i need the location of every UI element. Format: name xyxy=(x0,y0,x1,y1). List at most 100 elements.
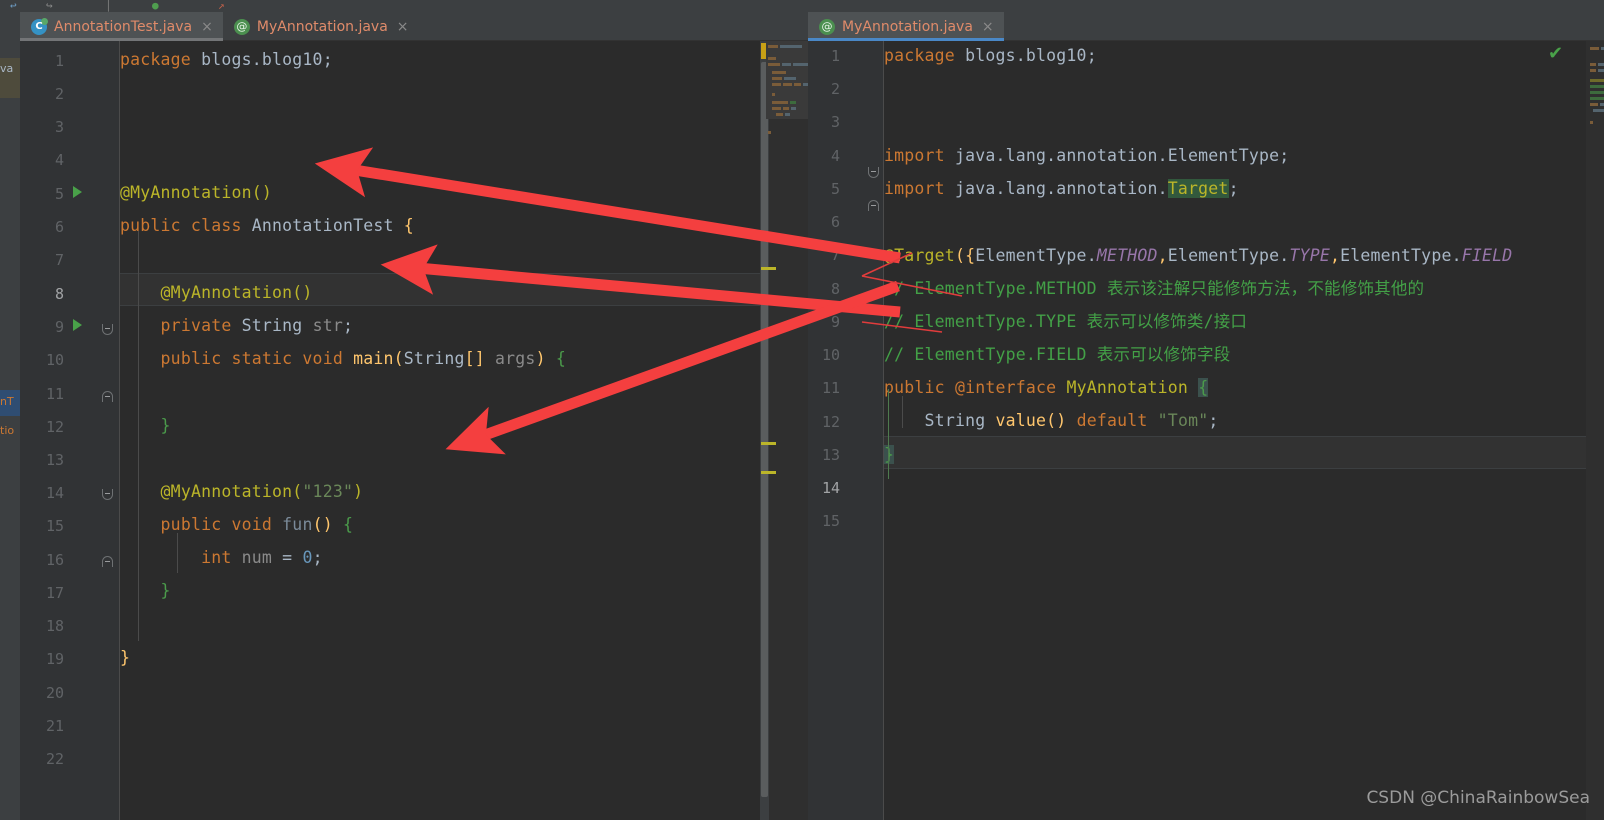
code-line-8: private String str; xyxy=(160,316,354,335)
line-number: 20 xyxy=(45,684,64,702)
tab-label: MyAnnotation.java xyxy=(842,18,973,35)
minimap-right[interactable] xyxy=(1586,41,1604,820)
line-number: 18 xyxy=(45,617,64,635)
line-number: 19 xyxy=(45,650,64,668)
fold-start-icon-main[interactable] xyxy=(102,324,113,335)
fold-end-icon-main[interactable] xyxy=(102,391,113,402)
code-line-14: } xyxy=(884,445,895,464)
code-line-7: @Target({ElementType.METHOD,ElementType.… xyxy=(884,246,1513,265)
line-number: 22 xyxy=(45,750,64,768)
stop-icon[interactable]: ↗ xyxy=(218,0,225,12)
line-number: 3 xyxy=(54,118,64,136)
line-number: 21 xyxy=(45,717,64,735)
fold-start-icon-imports[interactable] xyxy=(868,167,879,178)
indent-guide xyxy=(138,231,139,641)
indent-guide-matched xyxy=(888,389,889,479)
editor-pane-annotationtest[interactable]: 1 2 3 4 5 6 7 8 9 10 11 12 13 14 15 16 1… xyxy=(20,41,808,820)
inspection-ok-check-icon[interactable]: ✔ xyxy=(1548,43,1563,64)
indent-guide xyxy=(177,533,178,573)
code-line-1: package blogs.blog10; xyxy=(120,50,333,69)
tab-myannotation-java-right[interactable]: MyAnnotation.java × xyxy=(808,12,1004,41)
code-line-13: @MyAnnotation("123") xyxy=(160,482,364,501)
code-line-7: @MyAnnotation() xyxy=(160,283,313,302)
main-toolbar-strip: ↩ ↪ │ ● ↗ xyxy=(0,0,1604,12)
line-number: 2 xyxy=(54,85,64,103)
code-line-4: import java.lang.annotation.ElementType; xyxy=(884,146,1290,165)
tab-annotationtest-java[interactable]: AnnotationTest.java × xyxy=(20,12,223,41)
code-text-myannotation[interactable]: package blogs.blog10; import java.lang.a… xyxy=(884,41,1604,820)
code-line-1: package blogs.blog10; xyxy=(884,46,1097,65)
tab-label: AnnotationTest.java xyxy=(54,18,193,35)
fold-start-icon-fun[interactable] xyxy=(102,489,113,500)
editor-tabbar-left: AnnotationTest.java × MyAnnotation.java … xyxy=(20,12,808,41)
indent-guide xyxy=(902,396,903,428)
line-number: 11 xyxy=(821,379,840,397)
code-line-14: public void fun() { xyxy=(160,515,354,534)
close-icon[interactable]: × xyxy=(201,19,213,35)
line-number: 12 xyxy=(45,418,64,436)
code-text-annotationtest[interactable]: package blogs.blog10; @MyAnnotation() pu… xyxy=(120,41,760,820)
java-class-icon xyxy=(31,17,48,35)
minimap-left[interactable] xyxy=(760,41,808,820)
code-line-8: // ElementType.METHOD 表示该注解只能修饰方法，不能修饰其他… xyxy=(884,279,1425,298)
line-number-current: 8 xyxy=(54,285,64,303)
project-item-0-label: va xyxy=(0,62,14,75)
line-number: 15 xyxy=(45,517,64,535)
editor-tabbar-right: MyAnnotation.java × xyxy=(808,12,1604,41)
line-number: 1 xyxy=(830,47,840,65)
csdn-watermark: CSDN @ChinaRainbowSea xyxy=(1366,788,1590,808)
line-number: 7 xyxy=(54,251,64,269)
line-number: 2 xyxy=(830,80,840,98)
line-number: 13 xyxy=(45,451,64,469)
line-number: 7 xyxy=(830,246,840,264)
redo-icon[interactable]: ↪ xyxy=(46,0,53,12)
run-gutter-icon-main[interactable] xyxy=(73,319,82,331)
close-icon[interactable]: × xyxy=(397,19,409,35)
line-number: 13 xyxy=(821,446,840,464)
scrollbar-tick xyxy=(761,442,776,445)
gutter-left[interactable]: 1 2 3 4 5 6 7 8 9 10 11 12 13 14 15 16 1… xyxy=(20,41,120,820)
run-gutter-icon-class[interactable] xyxy=(73,186,82,198)
project-tool-window-sliver[interactable]: va nT tio xyxy=(0,12,20,820)
code-line-10: // ElementType.FIELD 表示可以修饰字段 xyxy=(884,345,1231,364)
scrollbar-tick xyxy=(761,267,776,270)
run-icon[interactable]: ● xyxy=(152,0,159,12)
undo-icon[interactable]: ↩ xyxy=(10,0,17,12)
line-number: 4 xyxy=(54,151,64,169)
line-number: 12 xyxy=(821,413,840,431)
line-number: 3 xyxy=(830,113,840,131)
gutter-right[interactable]: 1 2 3 4 5 6 7 8 9 10 11 12 13 14 15 xyxy=(808,41,884,820)
code-line-9: // ElementType.TYPE 表示可以修饰类/接口 xyxy=(884,312,1248,331)
line-number-current: 14 xyxy=(821,479,840,497)
line-number: 10 xyxy=(821,346,840,364)
ide-window: ↩ ↪ │ ● ↗ va nT tio AnnotationTest.java … xyxy=(0,0,1604,820)
line-number: 6 xyxy=(54,218,64,236)
fold-end-icon-fun[interactable] xyxy=(102,556,113,567)
code-line-9: public static void main(String[] args) { xyxy=(160,349,566,368)
caret-line-highlight xyxy=(884,436,1604,469)
scrollbar-tick xyxy=(761,471,776,474)
line-number: 10 xyxy=(45,351,64,369)
editor-pane-myannotation[interactable]: 1 2 3 4 5 6 7 8 9 10 11 12 13 14 15 pack… xyxy=(808,41,1604,820)
code-line-15: int num = 0; xyxy=(201,548,323,567)
editor-scrollbar-track[interactable] xyxy=(760,41,777,820)
code-line-5: import java.lang.annotation.Target; xyxy=(884,179,1239,198)
java-annotation-icon xyxy=(233,18,250,35)
code-line-4: @MyAnnotation() xyxy=(120,183,273,202)
editor-scrollbar-thumb[interactable] xyxy=(761,62,768,797)
line-number: 9 xyxy=(830,313,840,331)
fold-end-icon-imports[interactable] xyxy=(868,200,879,211)
code-line-12: String value() default "Tom"; xyxy=(924,411,1219,430)
project-item-2-label: tio xyxy=(0,424,15,437)
project-item-1-label: nT xyxy=(0,395,14,408)
line-number: 5 xyxy=(54,185,64,203)
line-number: 17 xyxy=(45,584,64,602)
code-line-16: } xyxy=(160,581,171,600)
close-icon[interactable]: × xyxy=(982,19,994,35)
code-line-5: public class AnnotationTest { xyxy=(120,216,414,235)
code-line-11: public @interface MyAnnotation { xyxy=(884,378,1209,397)
line-number: 15 xyxy=(821,512,840,530)
tab-label: MyAnnotation.java xyxy=(256,18,388,35)
tab-myannotation-java-left[interactable]: MyAnnotation.java × xyxy=(223,12,419,41)
line-number: 1 xyxy=(54,52,64,70)
